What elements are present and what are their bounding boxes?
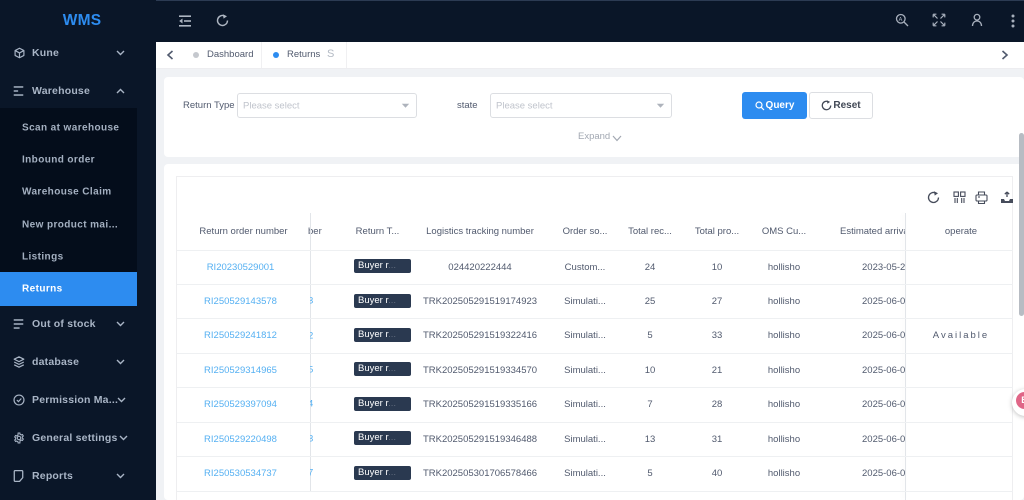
svg-text:A: A (899, 17, 903, 23)
